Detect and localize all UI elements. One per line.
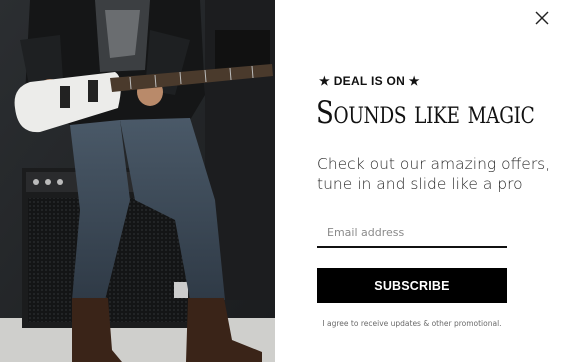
popup-headline: Sounds like magic (316, 95, 535, 131)
subscribe-button[interactable]: SUBSCRIBE (317, 268, 507, 303)
email-field[interactable] (317, 218, 507, 248)
guitarist-photo (0, 0, 275, 362)
close-button[interactable] (532, 10, 552, 30)
consent-text: I agree to receive updates & other promo… (322, 319, 502, 328)
popup-content: ★ DEAL IS ON ★ Sounds like magic Check o… (275, 0, 562, 362)
promo-popup: ★ DEAL IS ON ★ Sounds like magic Check o… (0, 0, 562, 362)
popup-subtext: Check out our amazing offers, tune in an… (317, 155, 551, 194)
close-icon[interactable] (535, 11, 549, 30)
deal-eyebrow: ★ DEAL IS ON ★ (319, 74, 420, 88)
